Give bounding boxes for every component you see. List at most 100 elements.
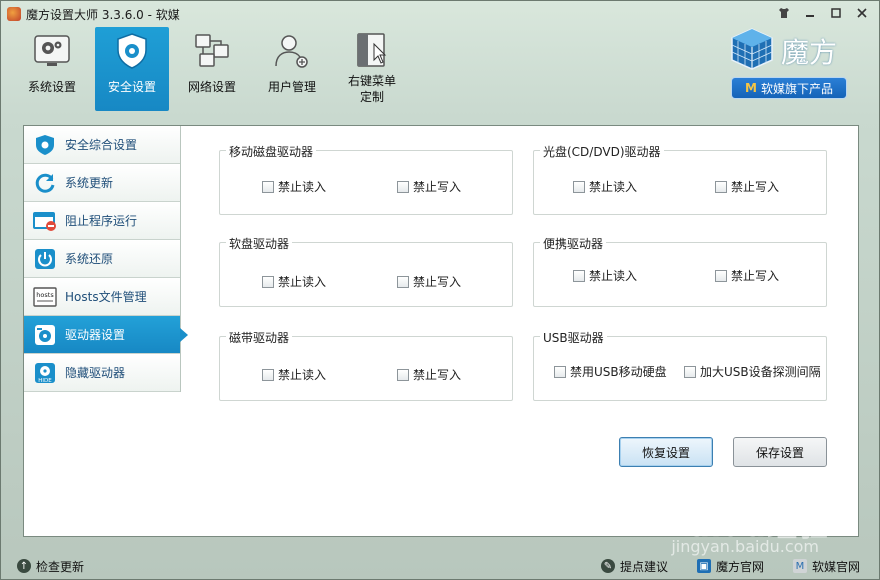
window-title: 魔方设置大师 3.3.6.0 - 软媒 (26, 7, 180, 22)
app-window: 魔方设置大师 3.3.6.0 - 软媒 系统设置 安全设置 网络设置 用户管理 … (0, 0, 880, 580)
sidebar-item-system-restore[interactable]: 系统还原 (24, 240, 180, 278)
status-bar: ↑ 检查更新 ✎ 提点建议 ▣ 魔方官网 M 软媒官网 (1, 553, 879, 579)
toolbar-label: 系统设置 (27, 80, 76, 94)
checkbox-floppy-disable-write[interactable]: 禁止写入 (397, 273, 461, 290)
brand-m-mark: M (745, 81, 757, 95)
user-icon (272, 31, 312, 71)
toolbar-user-management[interactable]: 用户管理 (255, 27, 329, 111)
mofang-cube-icon: ▣ (697, 559, 711, 573)
checkbox-box[interactable] (715, 180, 727, 193)
ruanmei-logo-icon: M (793, 559, 807, 573)
checkbox-tape-disable-read[interactable]: 禁止读入 (262, 366, 326, 383)
checkbox-label: 禁止写入 (413, 180, 462, 194)
checkbox-box[interactable] (262, 368, 274, 381)
ruanmei-site-label: 软媒官网 (812, 559, 861, 574)
sidebar-item-drive-settings[interactable]: 驱动器设置 (24, 316, 188, 354)
toolbar-system-settings[interactable]: 系统设置 (15, 27, 89, 111)
sidebar-item-hosts[interactable]: hosts Hosts文件管理 (24, 278, 180, 316)
group-title: USB驱动器 (540, 329, 607, 346)
checkbox-label: 禁止写入 (731, 269, 780, 283)
checkbox-box[interactable] (573, 180, 585, 193)
mofang-cube-logo (729, 27, 775, 71)
title-bar: 魔方设置大师 3.3.6.0 - 软媒 (1, 1, 879, 27)
minimize-button[interactable] (799, 4, 821, 22)
checkbox-label: 禁止读入 (278, 180, 327, 194)
checkbox-box[interactable] (397, 180, 409, 193)
close-button[interactable] (851, 4, 873, 22)
pencil-icon: ✎ (601, 559, 615, 573)
group-usb-drive: USB驱动器 禁用USB移动硬盘 加大USB设备探测间隔 (533, 329, 827, 401)
sidebar-item-label: Hosts文件管理 (65, 290, 147, 304)
checkbox-removable-disable-read[interactable]: 禁止读入 (262, 178, 326, 195)
checkbox-box[interactable] (397, 275, 409, 288)
upload-arrow-icon: ↑ (17, 559, 31, 573)
app-logo-icon (7, 7, 21, 21)
checkbox-box[interactable] (262, 180, 274, 193)
checkbox-box[interactable] (715, 269, 727, 282)
group-title: 软盘驱动器 (226, 235, 293, 252)
group-title: 磁带驱动器 (226, 329, 293, 346)
checkbox-label: 禁止读入 (278, 368, 327, 382)
hide-drive-icon: HIDE (33, 361, 57, 385)
sidebar-item-label: 阻止程序运行 (65, 214, 138, 228)
checkbox-label: 禁止读入 (589, 269, 638, 283)
brand-badge-label: 软媒旗下产品 (760, 81, 833, 96)
mofang-site-link[interactable]: ▣ 魔方官网 (697, 558, 764, 575)
checkbox-optical-disable-read[interactable]: 禁止读入 (573, 178, 637, 195)
sidebar-item-block-programs[interactable]: 阻止程序运行 (24, 202, 180, 240)
brand-badge[interactable]: M 软媒旗下产品 (731, 77, 847, 99)
checkbox-box[interactable] (397, 368, 409, 381)
checkbox-label: 禁止写入 (413, 275, 462, 289)
save-settings-button[interactable]: 保存设置 (733, 437, 827, 467)
check-update-link[interactable]: ↑ 检查更新 (17, 558, 84, 575)
content-panel: 安全综合设置 系统更新 阻止程序运行 系统还原 hosts Hosts文件管理 … (23, 125, 859, 537)
sidebar-item-label: 系统更新 (65, 176, 114, 190)
skin-icon[interactable] (773, 4, 795, 22)
maximize-button[interactable] (825, 4, 847, 22)
sidebar-item-security-overview[interactable]: 安全综合设置 (24, 126, 180, 164)
checkbox-portable-disable-write[interactable]: 禁止写入 (715, 267, 779, 284)
checkbox-usb-disable-hdd[interactable]: 禁用USB移动硬盘 (554, 363, 667, 380)
checkbox-usb-increase-interval[interactable]: 加大USB设备探测间隔 (684, 363, 821, 380)
restore-settings-button[interactable]: 恢复设置 (619, 437, 713, 467)
feedback-link[interactable]: ✎ 提点建议 (601, 558, 668, 575)
toolbar-label: 右键菜单 定制 (347, 74, 396, 104)
checkbox-label: 禁止读入 (589, 180, 638, 194)
sidebar-item-label: 隐藏驱动器 (65, 366, 126, 380)
window-controls (773, 4, 873, 22)
checkbox-portable-disable-read[interactable]: 禁止读入 (573, 267, 637, 284)
checkbox-optical-disable-write[interactable]: 禁止写入 (715, 178, 779, 195)
group-removable-drive: 移动磁盘驱动器 禁止读入 禁止写入 (219, 143, 513, 215)
checkbox-box[interactable] (554, 365, 566, 378)
refresh-icon (33, 171, 57, 195)
mofang-site-label: 魔方官网 (716, 559, 765, 574)
drive-settings-icon (33, 323, 57, 347)
hosts-icon-text: hosts (36, 291, 54, 299)
group-portable-drive: 便携驱动器 禁止读入 禁止写入 (533, 235, 827, 307)
toolbar-label: 网络设置 (187, 80, 236, 94)
shield-icon (33, 133, 57, 157)
sidebar-item-hide-drives[interactable]: HIDE 隐藏驱动器 (24, 354, 180, 392)
checkbox-box[interactable] (262, 275, 274, 288)
system-settings-icon (32, 31, 72, 71)
context-menu-icon (352, 31, 392, 71)
checkbox-label: 禁止写入 (731, 180, 780, 194)
checkbox-floppy-disable-read[interactable]: 禁止读入 (262, 273, 326, 290)
toolbar-network-settings[interactable]: 网络设置 (175, 27, 249, 111)
group-tape-drive: 磁带驱动器 禁止读入 禁止写入 (219, 329, 513, 401)
checkbox-tape-disable-write[interactable]: 禁止写入 (397, 366, 461, 383)
checkbox-box[interactable] (573, 269, 585, 282)
brand-area: 魔方 M 软媒旗下产品 (729, 27, 849, 105)
sidebar-item-label: 系统还原 (65, 252, 114, 266)
ruanmei-site-link[interactable]: M 软媒官网 (793, 558, 860, 575)
toolbar-context-menu[interactable]: 右键菜单 定制 (335, 27, 409, 111)
group-title: 光盘(CD/DVD)驱动器 (540, 143, 664, 160)
group-title: 便携驱动器 (540, 235, 607, 252)
power-restore-icon (33, 247, 57, 271)
sidebar-item-system-update[interactable]: 系统更新 (24, 164, 180, 202)
network-icon (192, 31, 232, 71)
checkbox-box[interactable] (684, 365, 696, 378)
checkbox-removable-disable-write[interactable]: 禁止写入 (397, 178, 461, 195)
toolbar-security-settings[interactable]: 安全设置 (95, 27, 169, 111)
checkbox-label: 禁用USB移动硬盘 (570, 365, 667, 379)
